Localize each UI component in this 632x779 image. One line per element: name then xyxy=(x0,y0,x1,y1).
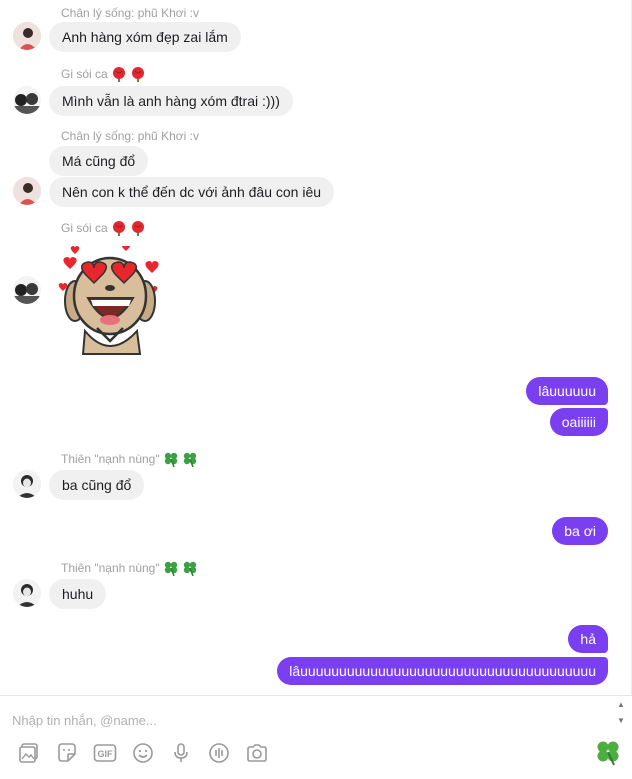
avatar[interactable] xyxy=(13,177,41,205)
rose-icon xyxy=(131,221,144,236)
sender-name: Chân lý sống: phũ Khơi :v xyxy=(61,129,199,143)
microphone-icon xyxy=(174,743,188,762)
message-bubble[interactable]: huhu xyxy=(49,579,107,609)
emoji-button[interactable] xyxy=(130,740,156,766)
composer-toolbar: GIF xyxy=(16,740,270,766)
heart-eyes-puppy-sticker[interactable] xyxy=(55,246,165,356)
rose-icon xyxy=(131,67,144,82)
sender-row: Thiên "nạnh nùng" xyxy=(61,451,198,467)
clover-icon xyxy=(183,452,196,467)
message-bubble[interactable]: Mình vẫn là anh hàng xóm đtrai :))) xyxy=(49,86,293,116)
message-bubble-outgoing[interactable]: hả xyxy=(568,625,608,653)
avatar[interactable] xyxy=(13,22,41,50)
emoji-icon xyxy=(133,743,153,763)
gif-label: GIF xyxy=(98,749,114,759)
avatar[interactable] xyxy=(13,470,41,498)
sender-name: Thiên "nạnh nùng" xyxy=(61,561,160,575)
sender-row: Gi sói ca xyxy=(61,66,146,82)
camera-icon xyxy=(247,744,267,762)
audio-wave-button[interactable] xyxy=(206,740,232,766)
gif-icon: GIF xyxy=(93,744,117,762)
gif-button[interactable]: GIF xyxy=(92,740,118,766)
message-bubble[interactable]: ba cũng đổ xyxy=(49,470,145,500)
message-bubble[interactable]: Má cũng đổ xyxy=(49,146,149,176)
photo-icon xyxy=(19,743,38,763)
scroll-up-arrow[interactable]: ▲ xyxy=(616,700,626,710)
sender-name: Thiên "nạnh nùng" xyxy=(61,452,160,466)
clover-icon xyxy=(164,561,177,576)
microphone-button[interactable] xyxy=(168,740,194,766)
rose-icon xyxy=(112,67,125,82)
clover-icon xyxy=(183,561,196,576)
sticker-icon xyxy=(58,743,76,762)
sender-name: Gi sói ca xyxy=(61,67,108,81)
sender-row: Gi sói ca xyxy=(61,220,146,236)
rose-icon xyxy=(112,221,125,236)
message-bubble[interactable]: Anh hàng xóm đẹp zai lắm xyxy=(49,22,241,52)
camera-button[interactable] xyxy=(244,740,270,766)
message-bubble-outgoing[interactable]: lâuuuuuu xyxy=(526,377,608,405)
clover-icon xyxy=(164,452,177,467)
message-bubble-outgoing[interactable]: lâuuuuuuuuuuuuuuuuuuuuuuuuuuuuuuuuuuuuuu xyxy=(277,657,608,685)
sender-name: Gi sói ca xyxy=(61,221,108,235)
photo-button[interactable] xyxy=(16,740,42,766)
message-composer: ▲ ▼ GIF xyxy=(0,695,632,779)
chat-thread[interactable]: Chân lý sống: phũ Khơi :v Anh hàng xóm đ… xyxy=(0,0,632,695)
avatar[interactable] xyxy=(13,579,41,607)
sticker-button[interactable] xyxy=(54,740,80,766)
audio-wave-icon xyxy=(209,743,229,763)
message-bubble[interactable]: Nên con k thể đến dc với ảnh đâu con iêu xyxy=(49,177,335,207)
avatar[interactable] xyxy=(13,276,41,304)
message-bubble-outgoing[interactable]: ba ơi xyxy=(552,517,608,545)
message-input[interactable] xyxy=(12,708,592,732)
send-clover-button[interactable] xyxy=(594,738,622,766)
message-bubble-outgoing[interactable]: oaiiiiii xyxy=(549,408,608,436)
scroll-down-arrow[interactable]: ▼ xyxy=(616,716,626,726)
sender-row: Thiên "nạnh nùng" xyxy=(61,560,198,576)
avatar[interactable] xyxy=(13,86,41,114)
clover-icon xyxy=(597,741,619,766)
sender-name: Chân lý sống: phũ Khơi :v xyxy=(61,6,199,20)
